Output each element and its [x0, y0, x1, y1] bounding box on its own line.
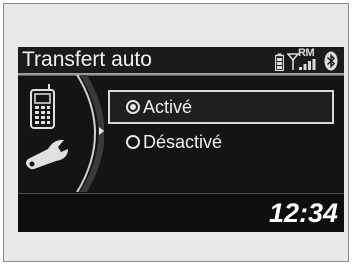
option-label: Désactivé — [143, 131, 223, 152]
bluetooth-icon — [324, 51, 338, 71]
option-activated[interactable]: Activé — [108, 90, 334, 124]
side-panel — [18, 75, 104, 192]
phone-icon — [30, 84, 55, 129]
radio-unselected-icon — [126, 135, 140, 149]
options-area: Activé Désactivé — [18, 75, 344, 192]
option-deactivated[interactable]: Désactivé — [108, 125, 334, 159]
screen-title: Transfert auto — [22, 48, 152, 71]
battery-icon — [275, 53, 284, 71]
option-label: Activé — [143, 96, 193, 117]
roaming-label: RM — [298, 47, 315, 59]
header-bar: Transfert auto RM — [18, 47, 344, 75]
radio-selected-icon — [126, 100, 140, 114]
signal-icon: RM — [287, 47, 321, 71]
footer-bar: 12:34 — [18, 193, 344, 232]
clock: 12:34 — [268, 198, 338, 228]
wrench-icon — [26, 139, 68, 170]
status-icons: RM — [275, 47, 338, 71]
screenshot-frame: Transfert auto RM Activé Désactivé 12:34 — [3, 3, 349, 262]
display-screen: Transfert auto RM Activé Désactivé 12:34 — [18, 47, 344, 232]
